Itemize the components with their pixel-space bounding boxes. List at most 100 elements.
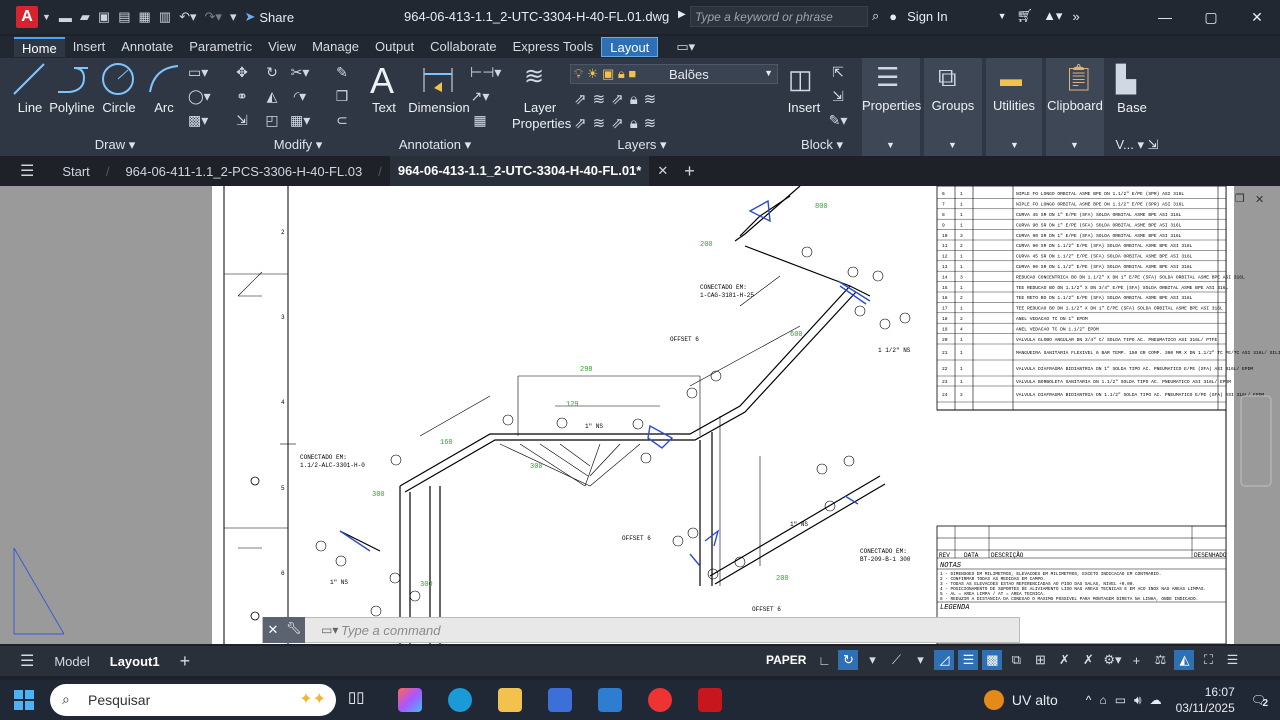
layer-tools-row1-icon[interactable]: ⇗≋⇗🔒︎≋ — [574, 90, 662, 108]
file-explorer-icon[interactable] — [498, 688, 522, 712]
leader-icon[interactable]: ↗▾ — [470, 88, 490, 106]
table-icon[interactable]: ▦ — [470, 112, 490, 130]
ellipse-icon[interactable]: ◯▾ — [188, 88, 211, 106]
tab-annotate[interactable]: Annotate — [113, 37, 181, 57]
text-icon[interactable]: A — [370, 60, 394, 102]
trim-icon[interactable]: ✂▾ — [290, 64, 310, 82]
save-as-icon[interactable]: ▤ — [118, 9, 130, 25]
new-tab-icon[interactable]: + — [676, 161, 703, 182]
circle-button[interactable]: Circle — [100, 100, 138, 115]
tab-express-tools[interactable]: Express Tools — [505, 37, 602, 57]
tab-model[interactable]: Model — [44, 654, 99, 669]
drawing-canvas[interactable]: 298 129 300 160 800 600 200 300 200 300 … — [0, 186, 1280, 644]
navigation-bar[interactable] — [1240, 395, 1272, 487]
tab-start[interactable]: Start — [42, 164, 97, 179]
layers-group-label[interactable]: Layers ▾ — [602, 137, 682, 153]
autocad-logo[interactable]: A — [16, 6, 38, 28]
view-group-label[interactable]: V... ▾ ⇲ — [1112, 137, 1162, 153]
print-icon[interactable]: ▥ — [159, 9, 171, 25]
groups-panel[interactable]: ⧉ Groups ▼ — [924, 58, 982, 156]
annotation-group-label[interactable]: Annotation ▾ — [392, 137, 478, 153]
workspace-gear-icon[interactable]: ⚙▾ — [1102, 650, 1122, 670]
insert-block-icon[interactable]: ◫ — [788, 64, 813, 95]
autodesk-app-icon[interactable]: ▲▾ — [1043, 8, 1062, 24]
close-icon[interactable]: ✕ — [1234, 0, 1280, 34]
paper-space-toggle[interactable]: PAPER — [762, 653, 810, 667]
hatch-icon[interactable]: ▩▾ — [188, 112, 208, 130]
ortho-icon[interactable]: ⟋ — [886, 650, 906, 670]
sign-in-link[interactable]: Sign In — [907, 9, 947, 24]
dimension-icon[interactable] — [420, 64, 456, 96]
linear-dim-icon[interactable]: ⊢⊣▾ — [470, 64, 501, 82]
title-arrow-icon[interactable]: ▶ — [678, 9, 686, 20]
draw-group-label[interactable]: Draw ▾ — [80, 137, 150, 153]
tab-layout1[interactable]: Layout1 — [100, 654, 170, 669]
copilot-icon[interactable] — [398, 688, 422, 712]
text-button[interactable]: Text — [368, 100, 400, 115]
lineweight-icon[interactable]: ☰ — [958, 650, 979, 670]
autocad-taskbar-icon[interactable] — [698, 688, 722, 712]
insert-button[interactable]: Insert — [784, 100, 824, 115]
windows-start-icon[interactable] — [14, 690, 34, 710]
clipboard-panel[interactable]: 📋︎ Clipboard ▼ — [1046, 58, 1104, 156]
rotate-icon[interactable]: ↻ — [262, 64, 282, 82]
hamburger-menu-icon[interactable]: ☰ — [0, 161, 42, 181]
line-icon[interactable] — [12, 62, 46, 96]
share-button[interactable]: ➤ Share — [244, 9, 294, 25]
copy-icon[interactable]: ⚭ — [232, 88, 252, 106]
expand-toolbar-icon[interactable]: » — [1072, 9, 1079, 24]
isolate-objects-icon[interactable]: ◭ — [1174, 650, 1195, 670]
polyline-button[interactable]: Polyline — [48, 100, 96, 115]
cart-icon[interactable]: 🛒︎ — [1017, 8, 1034, 24]
units-icon[interactable]: ⚖ — [1150, 650, 1170, 670]
open-folder-icon[interactable]: ▰ — [80, 9, 90, 25]
edit-block-icon[interactable]: ⇲ — [828, 88, 848, 106]
battery-icon[interactable]: ▭ — [1115, 693, 1126, 707]
arc-button[interactable]: Arc — [148, 100, 180, 115]
customize-status-icon[interactable]: ☰ — [1222, 650, 1242, 670]
snap-icon[interactable]: ↻ — [838, 650, 859, 670]
layer-properties-button[interactable]: Layer Properties — [512, 100, 571, 132]
layer-properties-icon[interactable]: ≋ — [524, 62, 554, 92]
offset-icon[interactable]: ⊂ — [332, 112, 352, 130]
layout-menu-icon[interactable]: ☰ — [0, 651, 44, 671]
annotation-scale-icon[interactable]: ⊞ — [1030, 650, 1050, 670]
array-icon[interactable]: ▦▾ — [290, 112, 310, 130]
dimension-button[interactable]: Dimension — [406, 100, 472, 115]
plot-export-icon[interactable]: ▦ — [139, 9, 151, 25]
fillet-icon[interactable]: ◜▾ — [290, 88, 310, 106]
transparency-icon[interactable]: ▩ — [982, 650, 1003, 670]
ribbon-display-toggle-icon[interactable]: ▭▾ — [668, 37, 703, 57]
viewport-controls[interactable]: ❐ ✕ — [1235, 192, 1264, 206]
annotation-monitor-icon[interactable]: + — [1126, 650, 1146, 670]
layer-tools-row2-icon[interactable]: ⇗≋⇗🔒︎≋ — [574, 114, 662, 132]
outlook-icon[interactable] — [598, 688, 622, 712]
osnap-icon[interactable]: ◿ — [934, 650, 955, 670]
tab-drawing-fl03[interactable]: 964-06-411-1.1_2-PCS-3306-H-40-FL.03 — [117, 164, 370, 179]
edge-browser-icon[interactable] — [448, 688, 472, 712]
command-line[interactable]: ✕ 🔧︎ ▭▾ Type a command — [262, 617, 1020, 643]
maximize-icon[interactable]: ▢ — [1188, 0, 1234, 34]
line-button[interactable]: Line — [10, 100, 50, 115]
tab-layout[interactable]: Layout — [601, 37, 659, 57]
annotation-visibility-icon[interactable]: ✗ — [1054, 650, 1074, 670]
modify-group-label[interactable]: Modify ▾ — [258, 137, 338, 153]
tab-manage[interactable]: Manage — [304, 37, 367, 57]
base-panel[interactable]: ▙ Base V... ▾ ⇲ — [1108, 58, 1160, 156]
tab-insert[interactable]: Insert — [65, 37, 114, 57]
recent-commands-icon[interactable]: ▭▾ — [321, 623, 338, 637]
explode-icon[interactable]: ❒ — [332, 88, 352, 106]
move-icon[interactable]: ✥ — [232, 64, 252, 82]
snap-dropdown-icon[interactable]: ▾ — [862, 650, 882, 670]
block-group-label[interactable]: Block ▾ — [792, 137, 852, 153]
tab-drawing-fl01[interactable]: 964-06-413-1.1_2-UTC-3304-H-40-FL.01* — [389, 156, 650, 186]
selection-cycling-icon[interactable]: ⧉ — [1006, 650, 1026, 670]
grid-icon[interactable]: ∟ — [814, 650, 834, 670]
save-icon[interactable]: ▣ — [98, 9, 110, 25]
minimize-icon[interactable]: — — [1142, 0, 1188, 34]
new-layout-icon[interactable]: + — [170, 651, 201, 672]
mirror-icon[interactable]: ◭ — [262, 88, 282, 106]
utilities-panel[interactable]: ▬ Utilities ▼ — [986, 58, 1042, 156]
network-icon[interactable]: ⌂ — [1099, 693, 1106, 707]
taskbar-search-input[interactable]: ⌕ Pesquisar ✦✦ — [50, 684, 336, 716]
